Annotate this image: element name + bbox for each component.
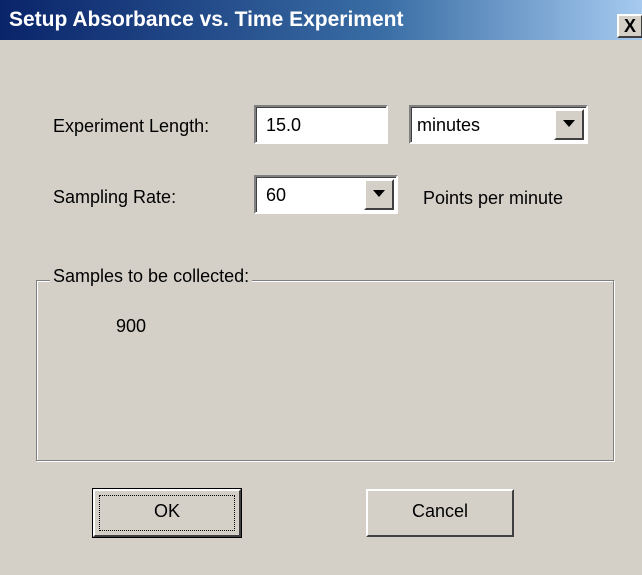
cancel-button-label: Cancel (411, 501, 469, 521)
close-icon: X (623, 16, 636, 36)
units-selected-value: minutes (417, 115, 481, 135)
chevron-down-icon (563, 120, 575, 127)
dialog-window: Setup Absorbance vs. Time Experiment X E… (0, 0, 642, 575)
focus-rectangle (99, 495, 235, 531)
sampling-rate-dropdown[interactable]: 60 (254, 175, 398, 214)
cancel-button[interactable]: Cancel (366, 489, 514, 537)
ok-button[interactable]: OK (92, 488, 242, 538)
close-button[interactable]: X (617, 14, 642, 38)
window-title: Setup Absorbance vs. Time Experiment (9, 8, 404, 31)
title-bar[interactable]: Setup Absorbance vs. Time Experiment X (0, 0, 642, 40)
samples-count-value: 900 (116, 316, 147, 336)
sampling-rate-dropdown-button[interactable] (364, 179, 394, 210)
units-dropdown[interactable]: minutes (409, 105, 588, 144)
samples-group-caption: Samples to be collected: (50, 266, 253, 287)
sampling-rate-units-label: Points per minute (423, 188, 564, 208)
sampling-rate-selected-value: 60 (266, 185, 287, 205)
sampling-rate-label: Sampling Rate: (53, 187, 177, 207)
samples-group-box (36, 280, 614, 461)
experiment-length-label: Experiment Length: (53, 116, 210, 136)
chevron-down-icon (373, 190, 385, 197)
experiment-length-input[interactable]: 15.0 (254, 105, 388, 144)
units-dropdown-button[interactable] (554, 109, 584, 140)
